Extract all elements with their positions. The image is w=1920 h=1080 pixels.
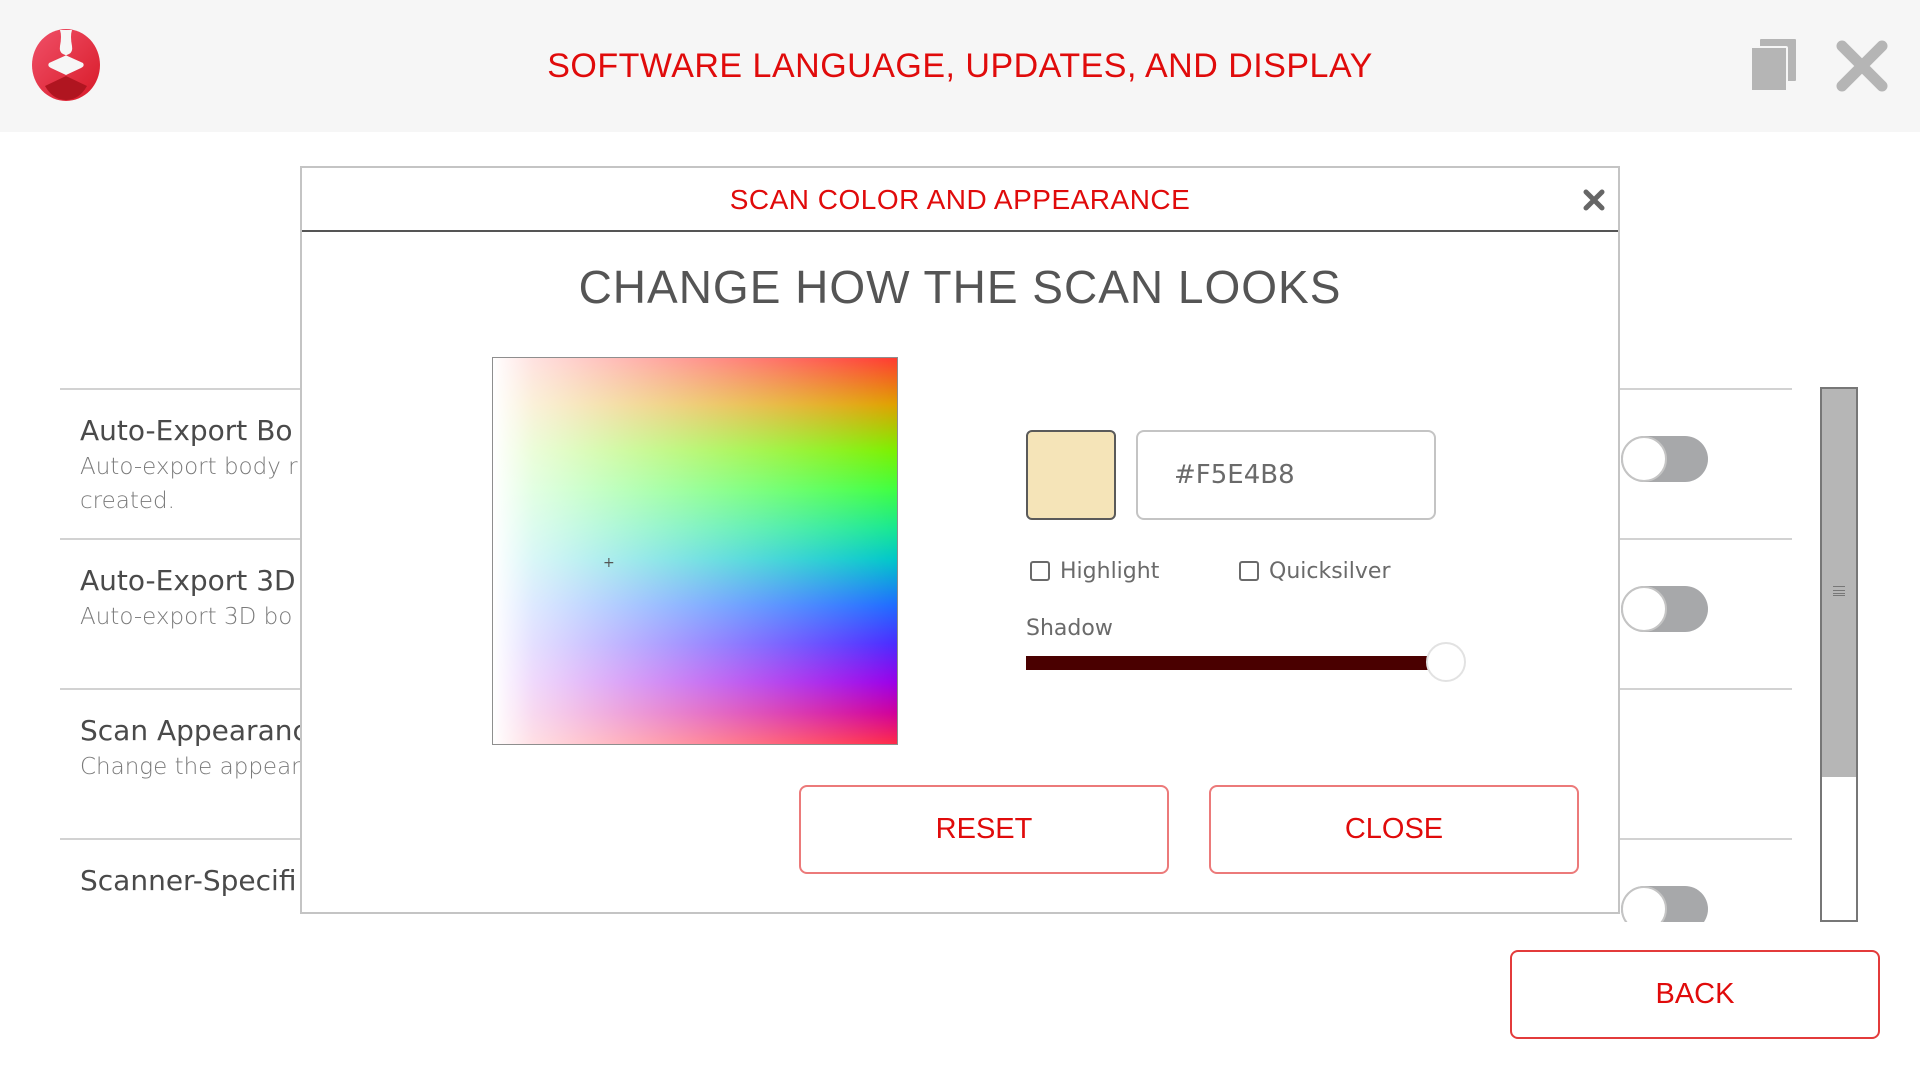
app-header: SOFTWARE LANGUAGE, UPDATES, AND DISPLAY xyxy=(0,0,1920,132)
auto-export-body-toggle[interactable] xyxy=(1621,436,1708,482)
slider-thumb[interactable] xyxy=(1426,642,1466,682)
scrollbar[interactable] xyxy=(1820,387,1858,922)
color-picker-area[interactable]: + xyxy=(492,357,898,745)
row-title: Scan Appearanc xyxy=(80,714,308,747)
shadow-slider[interactable] xyxy=(1026,642,1466,682)
close-button[interactable]: CLOSE xyxy=(1209,785,1579,874)
scan-color-dialog: SCAN COLOR AND APPEARANCE CHANGE HOW THE… xyxy=(300,166,1620,914)
shadow-label: Shadow xyxy=(1026,616,1113,641)
highlight-label: Highlight xyxy=(1060,558,1160,584)
reset-button[interactable]: RESET xyxy=(799,785,1169,874)
close-icon[interactable] xyxy=(1582,188,1606,212)
crosshair-icon[interactable]: + xyxy=(603,556,615,570)
quicksilver-label: Quicksilver xyxy=(1269,558,1391,584)
copy-icon[interactable] xyxy=(1750,38,1802,94)
page-title: SOFTWARE LANGUAGE, UPDATES, AND DISPLAY xyxy=(547,47,1373,85)
color-swatch xyxy=(1026,430,1116,520)
grip-icon xyxy=(1833,586,1845,596)
back-button[interactable]: BACK xyxy=(1510,950,1880,1039)
slider-fill xyxy=(1026,656,1446,670)
dialog-header: SCAN COLOR AND APPEARANCE xyxy=(302,168,1618,232)
checkbox-icon[interactable] xyxy=(1239,561,1259,581)
checkbox-icon[interactable] xyxy=(1030,561,1050,581)
dialog-heading: CHANGE HOW THE SCAN LOOKS xyxy=(578,261,1342,313)
scanner-specific-toggle[interactable] xyxy=(1621,886,1708,922)
quicksilver-checkbox[interactable]: Quicksilver xyxy=(1239,557,1391,585)
row-title: Auto-Export 3D xyxy=(80,564,296,597)
dialog-title: SCAN COLOR AND APPEARANCE xyxy=(729,184,1191,215)
scrollbar-thumb[interactable] xyxy=(1822,389,1856,777)
toggle-knob xyxy=(1621,436,1667,482)
auto-export-3d-toggle[interactable] xyxy=(1621,586,1708,632)
highlight-checkbox[interactable]: Highlight xyxy=(1030,557,1159,585)
row-title: Auto-Export Bo xyxy=(80,414,293,447)
toggle-knob xyxy=(1621,586,1667,632)
toggle-knob xyxy=(1621,886,1667,922)
row-title: Scanner-Specifi xyxy=(80,864,297,897)
close-icon[interactable] xyxy=(1836,38,1888,94)
hex-color-input[interactable] xyxy=(1136,430,1436,520)
